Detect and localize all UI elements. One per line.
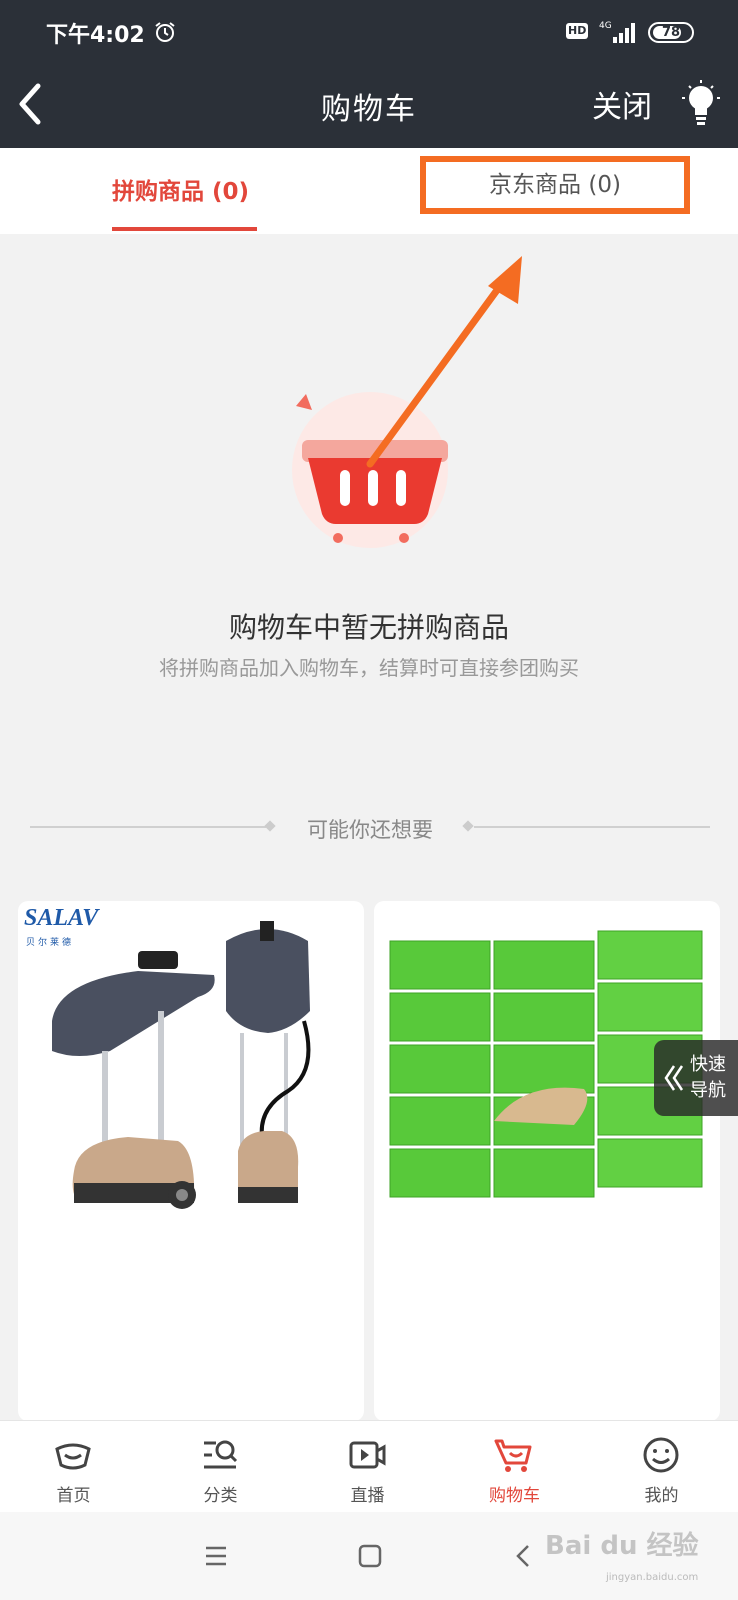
- recommend-title: 可能你还想要: [307, 818, 433, 842]
- menu-icon[interactable]: [202, 1542, 230, 1570]
- watermark: Bai du 经验: [545, 1531, 699, 1561]
- bottom-tab-label: 首页: [56, 1486, 91, 1506]
- battery-indicator: 78: [648, 22, 694, 43]
- tissue-pack: [389, 1044, 491, 1094]
- bottom-tab-home[interactable]: 首页: [0, 1421, 147, 1513]
- battery-level: 78: [661, 25, 681, 40]
- quick-nav-line1: 快速: [690, 1054, 726, 1075]
- nav-bar: 购物车 关闭: [0, 60, 738, 148]
- bottom-tab-live[interactable]: 直播: [294, 1421, 441, 1513]
- tissue-pack: [597, 930, 703, 980]
- bottom-tab-profile[interactable]: 我的: [588, 1421, 735, 1513]
- tissue-pack: [493, 1148, 595, 1198]
- signal-icon: 4G: [599, 21, 635, 43]
- tissue-pack: [493, 992, 595, 1042]
- lightbulb-icon[interactable]: [678, 78, 724, 128]
- status-time: 下午4:02: [46, 23, 145, 48]
- back-chevron-icon[interactable]: [510, 1542, 538, 1570]
- home-icon: [55, 1443, 91, 1470]
- product-card[interactable]: SALAV 贝尔莱德: [18, 901, 364, 1421]
- bottom-tab-label: 分类: [203, 1486, 238, 1506]
- empty-title: 购物车中暂无拼购商品: [228, 611, 509, 644]
- tissue-pack: [389, 1148, 491, 1198]
- tissue-pack: [389, 1096, 491, 1146]
- product-card[interactable]: [374, 901, 720, 1421]
- live-video-icon: [349, 1441, 386, 1469]
- garment-steamer-image: [52, 921, 311, 1209]
- double-chevron-left-icon: [664, 1065, 684, 1091]
- tissue-pack: [493, 940, 595, 990]
- bottom-tab-category[interactable]: 分类: [147, 1421, 294, 1513]
- bottom-tab-cart[interactable]: 购物车: [441, 1421, 588, 1513]
- tissue-pack: [493, 1044, 595, 1094]
- quick-nav-label: 快速 导航: [690, 1052, 734, 1104]
- empty-subtitle: 将拼购商品加入购物车，结算时可直接参团购买: [159, 656, 579, 680]
- bottom-tab-bar: 首页 分类 直播 购物车 我的: [0, 1420, 738, 1512]
- divider-line-right: [474, 826, 710, 828]
- bottom-tab-label: 我的: [644, 1486, 679, 1506]
- empty-cart-illustration: [292, 392, 448, 548]
- tissue-pack: [597, 982, 703, 1032]
- tab-jd[interactable]: 京东商品 (0): [420, 156, 690, 214]
- tissue-pack: [389, 940, 491, 990]
- profile-smile-icon: [643, 1437, 679, 1473]
- bottom-tab-label: 购物车: [489, 1486, 540, 1506]
- status-bar: 下午4:02 HD 4G 78: [0, 0, 738, 60]
- bottom-tab-label: 直播: [350, 1486, 385, 1506]
- home-square-icon[interactable]: [356, 1542, 384, 1570]
- cart-tabs: 拼购商品 (0) 京东商品 (0): [0, 148, 738, 234]
- hd-badge: HD: [566, 23, 589, 39]
- alarm-clock-icon: [155, 22, 175, 42]
- svg-text:4G: 4G: [599, 21, 612, 31]
- watermark-url: jingyan.baidu.com: [606, 1572, 699, 1583]
- quick-nav-line2: 导航: [690, 1080, 726, 1101]
- active-tab-underline: [112, 227, 257, 231]
- close-button[interactable]: 关闭: [592, 82, 652, 126]
- tissue-pack: [389, 992, 491, 1042]
- tab-pingou[interactable]: 拼购商品 (0): [112, 172, 249, 206]
- recommend-divider: 可能你还想要: [30, 812, 710, 842]
- tissue-pack: [597, 1138, 703, 1188]
- category-search-icon: [204, 1440, 238, 1469]
- quick-nav-button[interactable]: 快速 导航: [654, 1040, 738, 1116]
- cart-icon: [494, 1439, 532, 1472]
